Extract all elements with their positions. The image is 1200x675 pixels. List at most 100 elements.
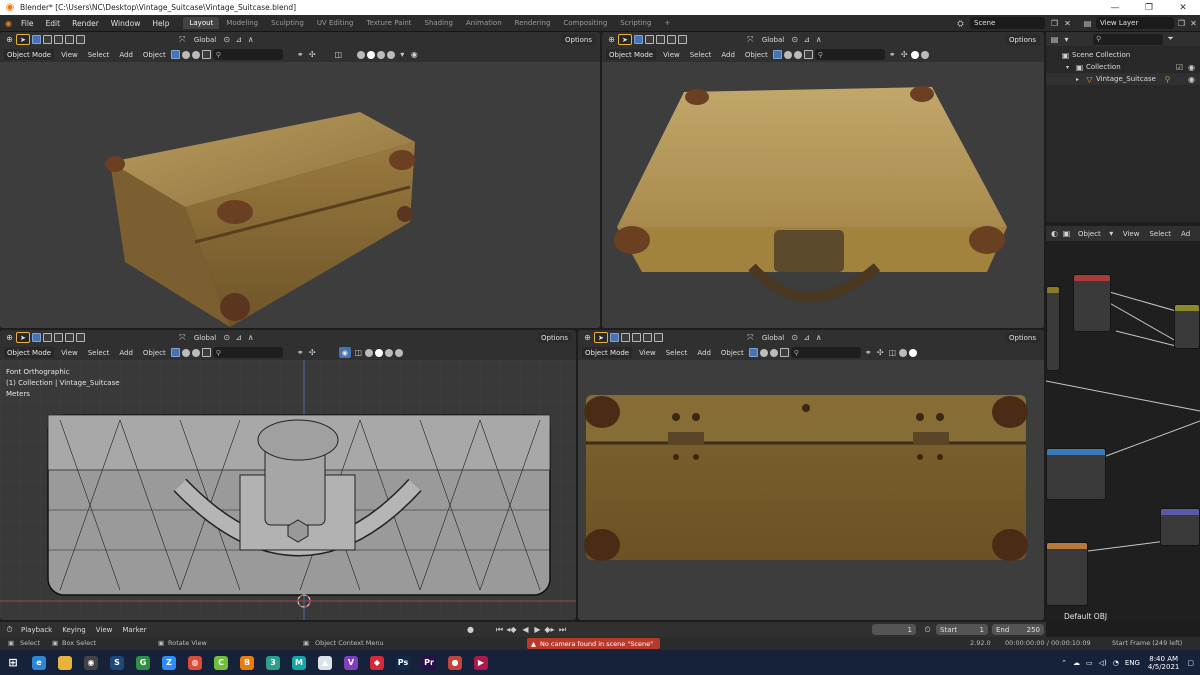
options-dropdown[interactable]: Options [1004,34,1040,45]
options-dropdown[interactable]: Options [536,332,572,343]
editor-type-icon[interactable]: ⊕ [4,34,15,45]
filter-icon[interactable] [191,50,200,59]
photoshop-taskbar-button[interactable]: Ps [390,650,416,675]
filter-icon[interactable] [191,348,200,357]
maya-taskbar-button[interactable]: M [286,650,312,675]
filter-icon[interactable] [779,348,789,357]
options-dropdown[interactable]: Options [1004,332,1040,343]
timeline-view-menu[interactable]: View [96,626,113,634]
select-mode-new-icon[interactable] [31,35,41,44]
editor-type-icon[interactable]: ▤ [1049,34,1060,45]
viewport-canvas[interactable] [578,360,1044,620]
search-input[interactable]: ⚲ [212,347,283,358]
menu-select[interactable]: Select [666,349,688,357]
play-reverse-icon[interactable]: ◀ [520,624,531,635]
current-frame-field[interactable]: 1 [872,624,916,635]
transform-orientation-dropdown[interactable]: Global [194,334,216,342]
node-principled-bsdf[interactable] [1073,274,1111,332]
record-icon[interactable]: ● [465,624,476,635]
wireframe-shading-icon[interactable] [356,50,365,59]
object-mode-dropdown[interactable]: Object Mode [606,49,657,60]
eye-icon[interactable]: ◉ [1186,74,1197,85]
menu-help[interactable]: Help [146,19,175,28]
node-color-ramp[interactable] [1046,448,1106,500]
tab-texture-paint[interactable]: Texture Paint [360,17,417,29]
pivot-icon[interactable]: ⊙ [789,332,800,343]
pivot-icon[interactable]: ⊙ [221,34,232,45]
zoom-taskbar-button[interactable]: Z [156,650,182,675]
checkbox-icon[interactable]: ☑ [1174,62,1185,73]
start-frame-field[interactable]: Start 1 [936,624,988,635]
snap-icon[interactable]: ⊿ [801,34,812,45]
select-mode-extend-icon[interactable] [644,35,654,44]
wireframe-shading-icon[interactable] [898,348,907,357]
editor-type-icon[interactable]: ⊕ [606,34,617,45]
menu-select[interactable]: Select [690,51,712,59]
app-green-taskbar-button[interactable]: C [208,650,234,675]
substance-taskbar-button[interactable]: ▲ [312,650,338,675]
premiere-taskbar-button[interactable]: Pr [416,650,442,675]
search-input[interactable]: ⚲ [814,49,885,60]
gizmo-icon[interactable]: ✣ [875,347,886,358]
select-mode-subtract-icon[interactable] [53,35,63,44]
menu-view[interactable]: View [639,349,656,357]
outliner-search-input[interactable]: ⚲ [1093,33,1163,45]
menu-object[interactable]: Object [721,349,744,357]
object-mode-dropdown[interactable]: Object Mode [4,347,55,358]
select-tool-button[interactable]: ➤ [16,332,30,343]
media-taskbar-button[interactable]: ▶ [468,650,494,675]
overlay-icon[interactable]: ⚭ [887,49,898,60]
select-mode-intersect-icon[interactable] [653,333,663,342]
select-tool-button[interactable]: ➤ [618,34,632,45]
node-menu-select[interactable]: Select [1149,230,1171,238]
timeline-playback-menu[interactable]: Playback [21,626,52,634]
shader-node-editor[interactable]: ◐ ▣ Object ▾ View Select Ad Default OBJ [1046,226,1200,622]
steam-taskbar-button[interactable]: S [104,650,130,675]
tab-animation[interactable]: Animation [460,17,508,29]
solid-shading-icon[interactable] [908,348,917,357]
rendered-shading-icon[interactable] [386,50,395,59]
prev-keyframe-icon[interactable]: ◂◆ [506,624,517,635]
outliner-row-object[interactable]: ▸ ▽ Vintage_Suitcase ⚲ ◉ [1046,73,1200,85]
select-mode-invert-icon[interactable] [666,35,676,44]
play-icon[interactable]: ▶ [532,624,543,635]
proportional-edit-icon[interactable]: ∧ [245,34,256,45]
editor-type-icon[interactable]: ◐ [1049,228,1060,239]
node-image-texture[interactable] [1046,286,1060,371]
filter-icon[interactable] [181,348,190,357]
filter-icon[interactable] [769,348,778,357]
display-mode-icon[interactable]: ▾ [1061,34,1072,45]
menu-add[interactable]: Add [119,51,133,59]
edge-taskbar-button[interactable]: e [26,650,52,675]
menu-object[interactable]: Object [143,349,166,357]
search-input[interactable]: ⚲ [790,347,861,358]
disclosure-triangle-icon[interactable]: ▾ [1062,62,1073,73]
jump-end-icon[interactable]: ⏭ [557,624,568,635]
menu-view[interactable]: View [61,349,78,357]
gizmo-icon[interactable]: ✣ [899,49,910,60]
filter-icon[interactable] [793,50,802,59]
next-keyframe-icon[interactable]: ◆▸ [544,624,555,635]
file-explorer-taskbar-button[interactable] [52,650,78,675]
select-mode-subtract-icon[interactable] [53,333,63,342]
node-menu-view[interactable]: View [1123,230,1140,238]
select-mode-icon[interactable] [748,348,758,357]
viewport-top-right[interactable]: ⊕ ➤ ⤧ Global ⊙ ⊿ ∧ Options Object Mode V… [602,32,1044,328]
filter-icon[interactable] [759,348,768,357]
snap-icon[interactable]: ⊿ [801,332,812,343]
tab-rendering[interactable]: Rendering [509,17,557,29]
select-mode-extend-icon[interactable] [620,333,630,342]
select-tool-button[interactable]: ➤ [16,34,30,45]
filter-icon[interactable] [201,50,211,59]
overlay-icon[interactable]: ⚭ [295,347,306,358]
eye-icon[interactable]: ◉ [1186,62,1197,73]
select-mode-invert-icon[interactable] [64,333,74,342]
new-view-layer-icon[interactable]: ❐ [1176,18,1187,29]
select-mode-new-icon[interactable] [609,333,619,342]
tab-scripting[interactable]: Scripting [614,17,657,29]
filter-icon[interactable]: ⏷ [1165,34,1176,45]
close-button[interactable]: ✕ [1166,0,1200,15]
visibility-icon[interactable]: ◉ [409,49,420,60]
menu-select[interactable]: Select [88,51,110,59]
select-mode-intersect-icon[interactable] [75,35,85,44]
